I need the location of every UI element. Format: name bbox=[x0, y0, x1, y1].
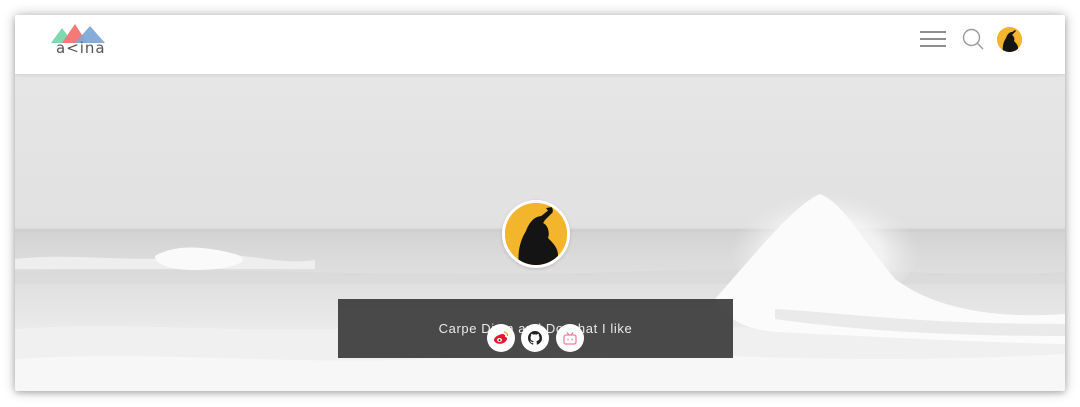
social-link-bilibili[interactable] bbox=[556, 324, 584, 352]
user-avatar[interactable] bbox=[997, 27, 1022, 52]
weibo-icon bbox=[494, 331, 509, 344]
site-header: a<ina bbox=[15, 15, 1065, 74]
social-link-weibo[interactable] bbox=[487, 324, 515, 352]
browser-frame: a<ina Carpe Do what I like bbox=[15, 15, 1065, 391]
logo-text: a<ina bbox=[56, 39, 106, 57]
menu-icon[interactable] bbox=[920, 29, 946, 49]
search-icon[interactable] bbox=[962, 28, 984, 50]
hero-banner: Carpe Diem and Do what I like bbox=[15, 74, 1065, 391]
profile-avatar[interactable] bbox=[502, 200, 570, 268]
github-icon bbox=[528, 331, 542, 345]
social-link-github[interactable] bbox=[521, 324, 549, 352]
bilibili-icon bbox=[563, 331, 577, 345]
